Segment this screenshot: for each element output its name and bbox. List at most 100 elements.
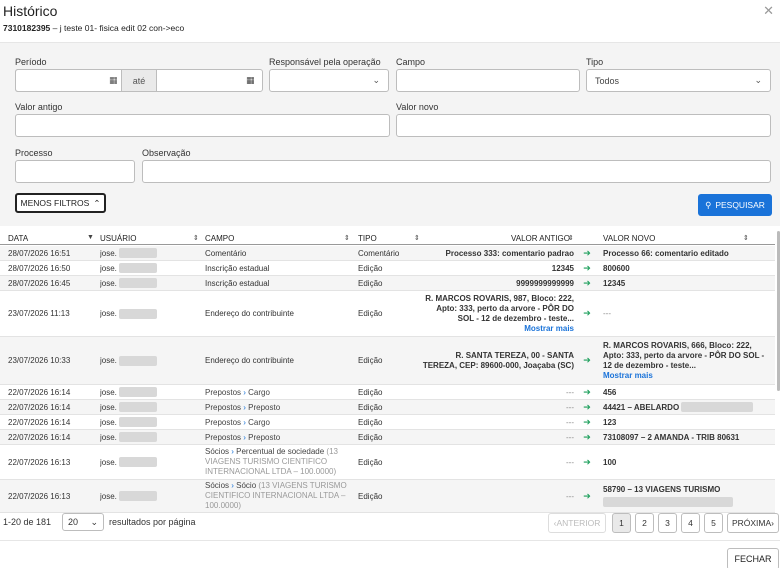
search-button[interactable]: ⚲ PESQUISAR: [698, 194, 772, 216]
col-campo[interactable]: CAMPO: [205, 234, 234, 243]
table-row[interactable]: 22/07/2026 16:14 jose. Prepostos › Prepo…: [0, 400, 775, 415]
campo-child: Sócio: [236, 481, 257, 490]
row-date: 22/07/2026 16:13: [8, 491, 71, 501]
table-row[interactable]: 22/07/2026 16:14 jose. Prepostos › Cargo…: [0, 385, 775, 400]
row-campo: Prepostos › Preposto: [205, 400, 353, 414]
campo-parent: Prepostos: [205, 417, 242, 427]
table-row[interactable]: 28/07/2026 16:51 jose. Comentário Coment…: [0, 246, 775, 261]
col-usuario[interactable]: USUÁRIO: [100, 234, 136, 243]
arrow-right-icon: ➔: [583, 431, 591, 442]
redacted-block: [603, 497, 733, 507]
less-filters-label: MENOS FILTROS: [20, 198, 90, 208]
row-date: 22/07/2026 16:14: [8, 432, 71, 442]
responsavel-label: Responsável pela operação: [269, 57, 381, 67]
close-button[interactable]: FECHAR: [727, 548, 779, 568]
row-user: jose.: [100, 430, 200, 444]
page-button-1[interactable]: 1: [612, 513, 631, 533]
page-button-4[interactable]: 4: [681, 513, 700, 533]
row-date: 22/07/2026 16:14: [8, 402, 71, 412]
periodo-start-input[interactable]: [15, 69, 104, 92]
chevron-right-icon: ›: [241, 387, 249, 397]
row-old-value: 12345: [551, 263, 574, 273]
dialog-title: Histórico: [3, 3, 58, 19]
page-button-5[interactable]: 5: [704, 513, 723, 533]
footer-divider: [0, 540, 780, 541]
per-page-select[interactable]: 20 ⌄: [62, 513, 104, 531]
row-new-value: 123: [603, 417, 617, 427]
redacted-block: [118, 417, 157, 427]
redacted-block: [118, 432, 157, 442]
sort-icon[interactable]: ⇕: [193, 234, 199, 242]
sort-icon[interactable]: ⇕: [414, 234, 420, 242]
table-row[interactable]: 22/07/2026 16:13 jose. Sócios › Percentu…: [0, 445, 775, 480]
campo-parent: Prepostos: [205, 387, 242, 397]
filter-panel: Período ▦ até ▦ Responsável pela operaçã…: [0, 42, 780, 226]
chevron-right-icon: ›: [771, 518, 775, 528]
table-row[interactable]: 23/07/2026 10:33 jose. Endereço do contr…: [0, 337, 775, 385]
arrow-right-icon: ➔: [583, 355, 591, 365]
row-date: 23/07/2026 11:13: [8, 309, 70, 318]
row-user: jose.: [100, 385, 200, 399]
processo-input[interactable]: [15, 160, 135, 183]
periodo-end-calendar-icon[interactable]: ▦: [246, 75, 255, 86]
table-row[interactable]: 22/07/2026 16:13 jose. Sócios › Sócio (1…: [0, 480, 775, 513]
col-valor-novo[interactable]: VALOR NOVO: [603, 234, 655, 243]
valor-novo-input[interactable]: [396, 114, 771, 137]
page-button-3[interactable]: 3: [658, 513, 677, 533]
row-new-text: R. MARCOS ROVARIS, 666, Bloco: 222, Apto…: [603, 340, 765, 370]
row-user: jose.: [100, 445, 200, 479]
row-campo: Prepostos › Preposto: [205, 430, 353, 444]
row-user-name: jose.: [100, 457, 117, 467]
row-date: 23/07/2026 10:33: [8, 356, 71, 365]
show-more-link[interactable]: Mostrar mais: [603, 371, 653, 381]
row-user-name: jose.: [100, 417, 117, 427]
col-tipo[interactable]: TIPO: [358, 234, 377, 243]
col-data[interactable]: DATA: [8, 234, 28, 243]
arrow-right-icon: ➔: [583, 490, 591, 501]
arrow-right-icon: ➔: [583, 456, 591, 467]
page-button-2[interactable]: 2: [635, 513, 654, 533]
row-old-value: R. SANTA TEREZA, 00 - SANTA TEREZA, CEP:…: [422, 350, 574, 370]
responsavel-select[interactable]: ⌄: [269, 69, 389, 92]
row-date: 22/07/2026 16:14: [8, 387, 71, 397]
sort-icon[interactable]: ⇕: [568, 234, 574, 242]
row-campo: Comentário: [205, 248, 247, 258]
row-new-value: 456: [603, 387, 617, 397]
row-tipo: Edição: [358, 432, 383, 442]
tipo-selected-value: Todos: [595, 76, 620, 86]
row-old-value: R. MARCOS ROVARIS, 987, Bloco: 222, Apto…: [420, 291, 574, 336]
row-old-value: ---: [566, 417, 574, 427]
campo-input[interactable]: [396, 69, 580, 92]
prev-page-label: ANTERIOR: [556, 518, 601, 528]
row-campo: Endereço do contribuinte: [205, 309, 294, 318]
sort-icon[interactable]: ⇕: [743, 234, 749, 242]
table-row[interactable]: 28/07/2026 16:45 jose. Inscrição estadua…: [0, 276, 775, 291]
row-user: jose.: [100, 337, 200, 384]
row-tipo: Edição: [358, 263, 383, 273]
table-row[interactable]: 22/07/2026 16:14 jose. Prepostos › Prepo…: [0, 430, 775, 445]
close-icon[interactable]: ✕: [763, 3, 774, 19]
redacted-block: [681, 402, 754, 412]
table-row[interactable]: 23/07/2026 11:13 jose. Endereço do contr…: [0, 291, 775, 337]
periodo-label: Período: [15, 57, 47, 67]
table-row[interactable]: 28/07/2026 16:50 jose. Inscrição estadua…: [0, 261, 775, 276]
row-user: jose.: [100, 480, 200, 512]
campo-parent: Prepostos: [205, 432, 242, 442]
tipo-select[interactable]: Todos ⌄: [586, 69, 771, 92]
valor-antigo-input[interactable]: [15, 114, 390, 137]
col-valor-antigo[interactable]: VALOR ANTIGO: [511, 234, 570, 243]
observacao-input[interactable]: [142, 160, 771, 183]
show-more-link[interactable]: Mostrar mais: [524, 324, 574, 334]
table-row[interactable]: 22/07/2026 16:14 jose. Prepostos › Cargo…: [0, 415, 775, 430]
prev-page-button[interactable]: ‹ ANTERIOR: [548, 513, 606, 533]
sort-icon[interactable]: ▼: [87, 234, 94, 241]
subtitle-description: – j teste 01- fisica edit 02 con->eco: [50, 23, 185, 33]
row-new-value: Processo 66: comentario editado: [603, 248, 729, 258]
row-old-value: ---: [566, 402, 574, 412]
row-user: jose.: [100, 400, 200, 414]
sort-icon[interactable]: ⇕: [344, 234, 350, 242]
periodo-end-input[interactable]: [156, 69, 226, 92]
next-page-button[interactable]: PRÓXIMA ›: [727, 513, 779, 533]
row-campo: Prepostos › Cargo: [205, 385, 353, 399]
less-filters-button[interactable]: MENOS FILTROS ⌃: [15, 193, 106, 213]
